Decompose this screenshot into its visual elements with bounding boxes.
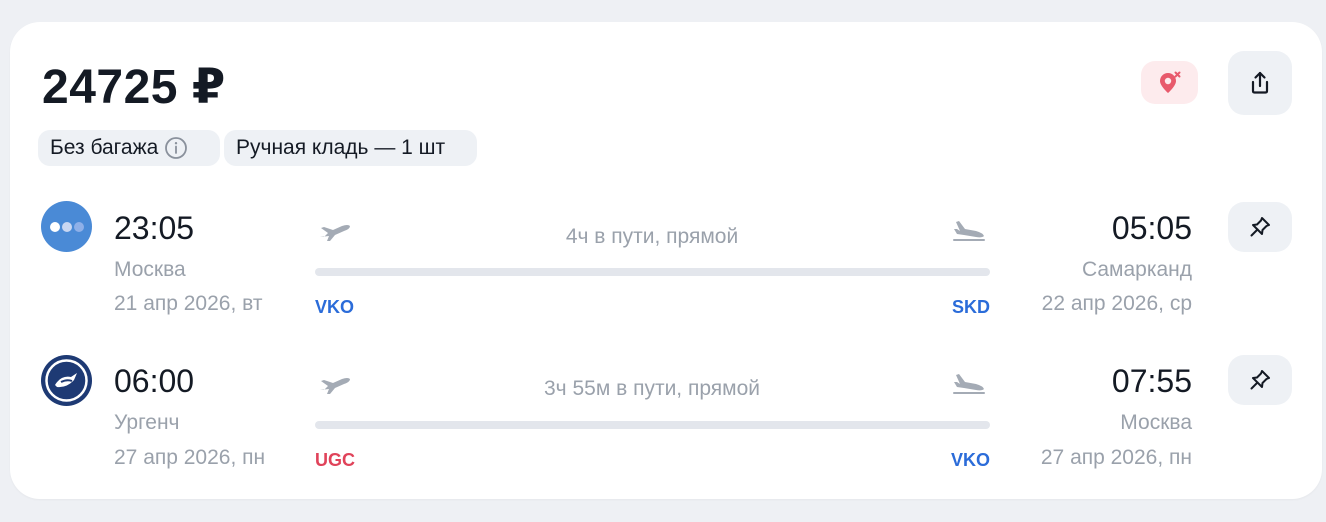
info-icon[interactable] [164,136,188,160]
location-button[interactable] [1141,61,1198,104]
departure-time: 06:00 [114,363,195,399]
share-button[interactable] [1228,51,1292,115]
takeoff-icon [316,219,354,248]
departure-city: Москва [114,258,186,281]
location-pin-icon [1156,69,1184,97]
arrival-airport-code: SKD [951,297,990,317]
hand-luggage-pill[interactable]: Ручная кладь — 1 шт [224,130,477,166]
landing-icon [950,371,988,402]
arrival-time: 05:05 [1111,210,1192,246]
flight-duration: 4ч в пути, прямой [565,225,739,248]
share-icon [1247,70,1273,96]
route-bar [315,268,990,276]
pin-button[interactable] [1228,202,1292,252]
route-bar [315,421,990,429]
departure-date: 21 апр 2026, вт [114,292,263,315]
baggage-label: Без багажа [50,136,159,159]
arrival-date: 22 апр 2026, ср [1041,292,1192,315]
airline-logo [41,355,92,406]
departure-airport-code: VKO [315,297,355,317]
arrival-city: Москва [1120,411,1192,434]
departure-date: 27 апр 2026, пн [114,446,266,469]
landing-icon [950,218,988,249]
pin-button[interactable] [1228,355,1292,405]
departure-airport-code: UGC [315,450,355,470]
arrival-city: Самарканд [1081,258,1192,281]
departure-time: 23:05 [114,210,195,246]
airline-logo [41,201,92,252]
takeoff-icon [316,372,354,401]
price: 24725 ₽ [42,61,226,114]
pin-icon [1248,215,1272,239]
arrival-date: 27 апр 2026, пн [1040,446,1192,469]
baggage-pill[interactable]: Без багажа [38,130,220,166]
departure-city: Ургенч [114,411,180,434]
flight-duration: 3ч 55м в пути, прямой [544,377,760,400]
hand-luggage-label: Ручная кладь — 1 шт [236,136,446,159]
arrival-airport-code: VKO [950,450,990,470]
pin-icon [1248,368,1272,392]
arrival-time: 07:55 [1111,363,1192,399]
